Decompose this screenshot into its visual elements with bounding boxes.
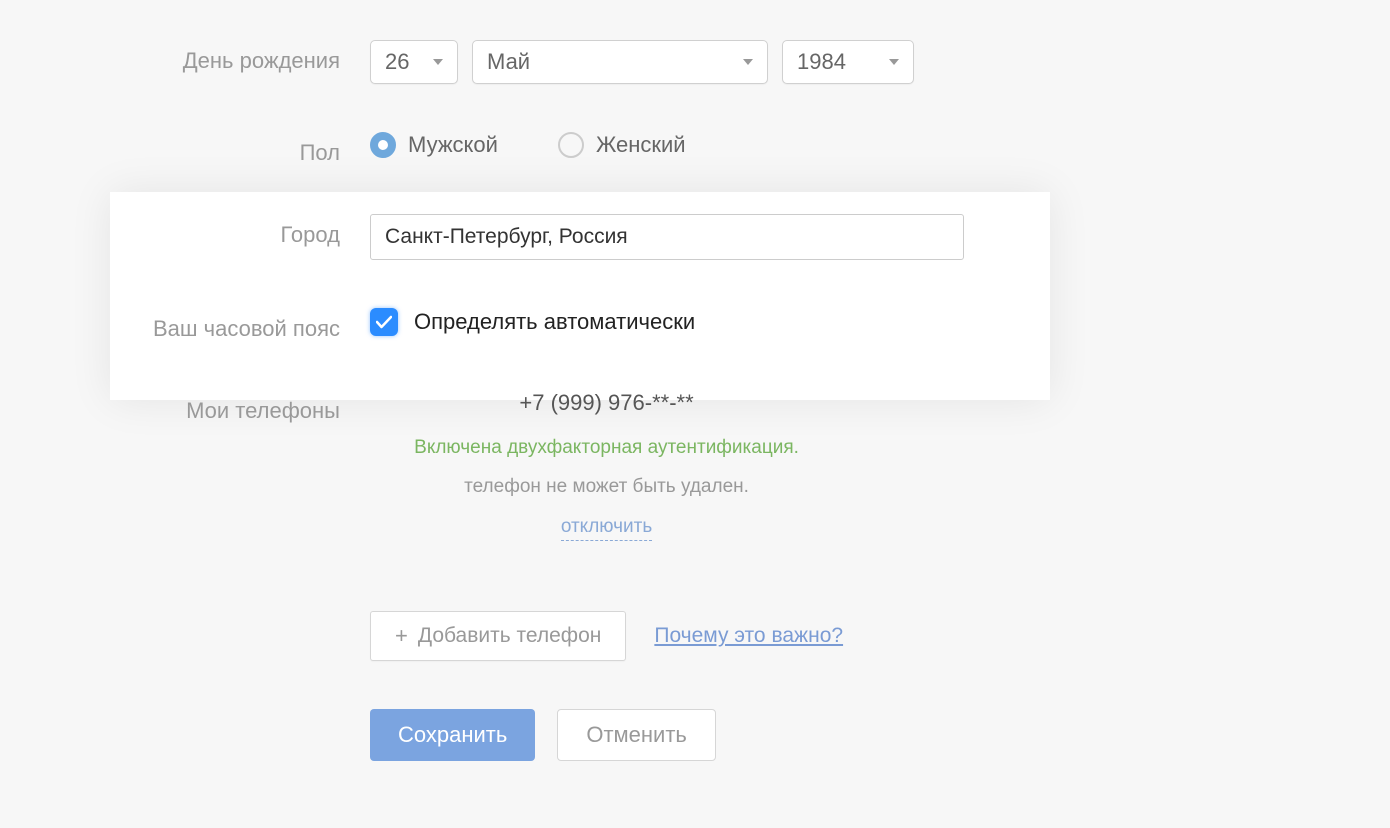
city-content — [370, 214, 964, 260]
gender-label: Пол — [110, 132, 370, 166]
birthday-month-select[interactable]: Май — [472, 40, 768, 84]
birthday-label: День рождения — [110, 40, 370, 74]
actions-spacer — [110, 709, 370, 717]
phone-section: +7 (999) 976-**-** Включена двухфакторна… — [370, 390, 843, 661]
chevron-down-icon — [889, 59, 899, 65]
add-phone-row: + Добавить телефон Почему это важно? — [370, 611, 843, 661]
birthday-day-value: 26 — [385, 49, 409, 75]
birthday-row: День рождения 26 Май 1984 — [110, 40, 1390, 84]
plus-icon: + — [395, 623, 408, 649]
timezone-content: Определять автоматически — [370, 308, 695, 336]
add-phone-label: Добавить телефон — [418, 624, 602, 648]
gender-female-label: Женский — [596, 132, 686, 158]
city-row: Город — [110, 214, 1390, 260]
add-phone-button[interactable]: + Добавить телефон — [370, 611, 626, 661]
gender-radio-group: Мужской Женский — [370, 132, 686, 158]
birthday-year-value: 1984 — [797, 49, 846, 75]
gender-row: Пол Мужской Женский — [110, 132, 1390, 166]
checkmark-icon — [376, 315, 392, 329]
birthday-year-select[interactable]: 1984 — [782, 40, 914, 84]
timezone-auto-checkbox[interactable] — [370, 308, 398, 336]
gender-male-radio[interactable]: Мужской — [370, 132, 498, 158]
city-label: Город — [110, 214, 370, 248]
why-important-link[interactable]: Почему это важно? — [654, 624, 843, 648]
birthday-selects: 26 Май 1984 — [370, 40, 914, 84]
city-input[interactable] — [370, 214, 964, 260]
actions-row: Сохранить Отменить — [110, 709, 1390, 761]
gender-male-label: Мужской — [408, 132, 498, 158]
disable-2fa-link[interactable]: отключить — [561, 515, 652, 541]
birthday-day-select[interactable]: 26 — [370, 40, 458, 84]
cancel-button[interactable]: Отменить — [557, 709, 716, 761]
save-button[interactable]: Сохранить — [370, 709, 535, 761]
timezone-auto-label: Определять автоматически — [414, 309, 695, 335]
actions: Сохранить Отменить — [370, 709, 716, 761]
gender-female-radio[interactable]: Женский — [558, 132, 686, 158]
radio-unchecked-icon — [558, 132, 584, 158]
timezone-label: Ваш часовой пояс — [110, 308, 370, 342]
radio-checked-icon — [370, 132, 396, 158]
phone-number: +7 (999) 976-**-** — [519, 390, 693, 416]
phone-2fa-status: Включена двухфакторная аутентификация. — [414, 436, 799, 461]
timezone-row: Ваш часовой пояс Определять автоматическ… — [110, 308, 1390, 342]
birthday-month-value: Май — [487, 49, 530, 75]
chevron-down-icon — [433, 59, 443, 65]
phones-row: Мои телефоны +7 (999) 976-**-** Включена… — [110, 390, 1390, 661]
radio-dot — [378, 140, 388, 150]
chevron-down-icon — [743, 59, 753, 65]
phones-label: Мои телефоны — [110, 390, 370, 424]
phone-hint: телефон не может быть удален. — [464, 475, 749, 500]
